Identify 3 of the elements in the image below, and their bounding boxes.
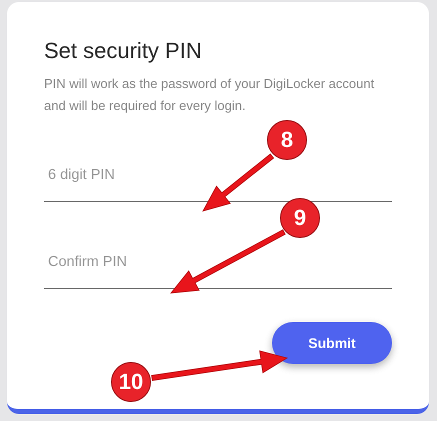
- submit-button[interactable]: Submit: [272, 322, 392, 364]
- card-description: PIN will work as the password of your DigiLocker account and will be required for every login.: [44, 75, 376, 115]
- card-title: Set security PIN: [44, 38, 203, 64]
